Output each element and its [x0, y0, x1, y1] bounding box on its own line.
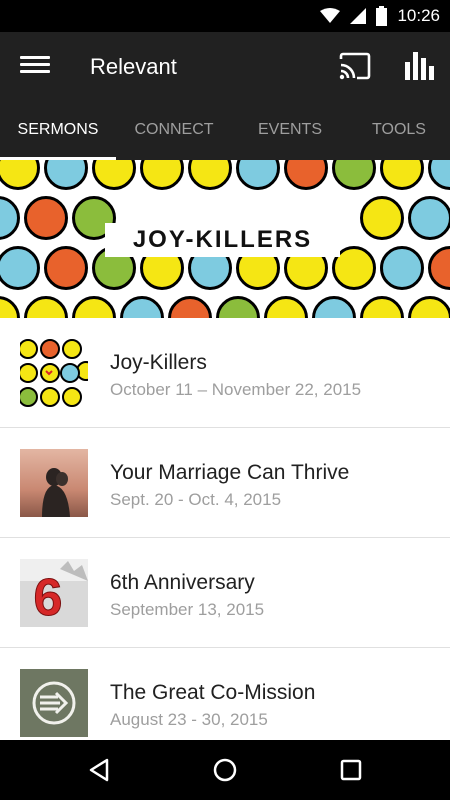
banner-title-box: JOY-KILLERS — [105, 223, 340, 257]
sermon-dates: October 11 – November 22, 2015 — [110, 380, 362, 399]
tab-events[interactable]: EVENTS — [232, 100, 348, 160]
status-time: 10:26 — [397, 6, 440, 25]
app-title: Relevant — [90, 54, 177, 79]
emoji-face — [0, 246, 40, 290]
tab-sermons[interactable]: SERMONS — [0, 100, 116, 160]
emoji-face — [284, 160, 328, 190]
emoji-face — [236, 160, 280, 190]
emoji-face — [360, 296, 404, 318]
co-mission-thumbnail — [20, 669, 88, 737]
sermon-dates: September 13, 2015 — [110, 600, 265, 619]
sermon-title: Joy-Killers — [110, 351, 207, 374]
emoji-face — [188, 160, 232, 190]
emoji-face — [408, 196, 450, 240]
emoji-face — [428, 160, 450, 190]
cell-signal-icon — [350, 8, 367, 24]
battery-icon — [376, 6, 388, 26]
menu-button[interactable] — [20, 52, 50, 80]
emoji-face — [216, 296, 260, 318]
emoji-face — [92, 160, 136, 190]
back-icon — [89, 758, 109, 782]
cast-button[interactable] — [338, 52, 372, 80]
emoji-face — [44, 160, 88, 190]
banner-title: JOY-KILLERS — [132, 226, 313, 253]
app-bar: Relevant — [0, 32, 450, 100]
emoji-face — [44, 246, 88, 290]
system-nav-bar — [0, 740, 450, 800]
back-button[interactable] — [85, 755, 115, 785]
cast-icon — [339, 52, 371, 80]
emoji-face — [168, 296, 212, 318]
emoji-face — [24, 196, 68, 240]
emoji-face — [0, 296, 20, 318]
home-button[interactable] — [210, 755, 240, 785]
marriage-thumbnail — [20, 449, 88, 517]
sermon-title: 6th Anniversary — [110, 571, 255, 594]
series-banner[interactable]: JOY-KILLERS — [0, 160, 450, 318]
wifi-icon — [320, 8, 341, 23]
tab-bar: SERMONS CONNECT EVENTS TOOLS — [0, 100, 450, 160]
bar-chart-icon — [405, 52, 434, 80]
home-icon — [213, 758, 237, 782]
sermon-title: The Great Co-Mission — [110, 681, 316, 704]
emoji-face — [332, 160, 376, 190]
emoji-face — [72, 296, 116, 318]
sermon-list: Joy-Killers October 11 – November 22, 20… — [0, 318, 450, 758]
stats-button[interactable] — [404, 50, 436, 82]
emoji-face — [24, 296, 68, 318]
status-bar: 10:26 — [0, 0, 450, 32]
recents-button[interactable] — [336, 755, 366, 785]
sermon-title: Your Marriage Can Thrive — [110, 461, 350, 484]
anniversary-thumbnail: 6 — [20, 559, 88, 627]
emoji-face — [140, 160, 184, 190]
emoji-face — [360, 196, 404, 240]
anniversary-number: 6 — [34, 569, 63, 627]
menu-icon — [20, 56, 50, 59]
sermon-row-joy-killers[interactable]: Joy-Killers October 11 – November 22, 20… — [0, 318, 450, 428]
emoji-face — [408, 296, 450, 318]
status-icons: 10:26 — [320, 0, 440, 32]
emoji-face — [0, 196, 20, 240]
sermon-dates: August 23 - 30, 2015 — [110, 710, 268, 729]
joy-killers-thumbnail — [20, 339, 88, 407]
emoji-face — [312, 296, 356, 318]
sermon-row-marriage[interactable]: Your Marriage Can Thrive Sept. 20 - Oct.… — [0, 428, 450, 538]
tab-tools[interactable]: TOOLS — [348, 100, 450, 160]
emoji-face — [380, 160, 424, 190]
recents-icon — [340, 759, 362, 781]
emoji-face — [120, 296, 164, 318]
emoji-face — [380, 246, 424, 290]
sermon-row-anniversary[interactable]: 6 6th Anniversary September 13, 2015 — [0, 538, 450, 648]
sermon-dates: Sept. 20 - Oct. 4, 2015 — [110, 490, 282, 509]
emoji-face — [0, 160, 40, 190]
emoji-face — [428, 246, 450, 290]
emoji-face — [264, 296, 308, 318]
tab-connect[interactable]: CONNECT — [116, 100, 232, 160]
